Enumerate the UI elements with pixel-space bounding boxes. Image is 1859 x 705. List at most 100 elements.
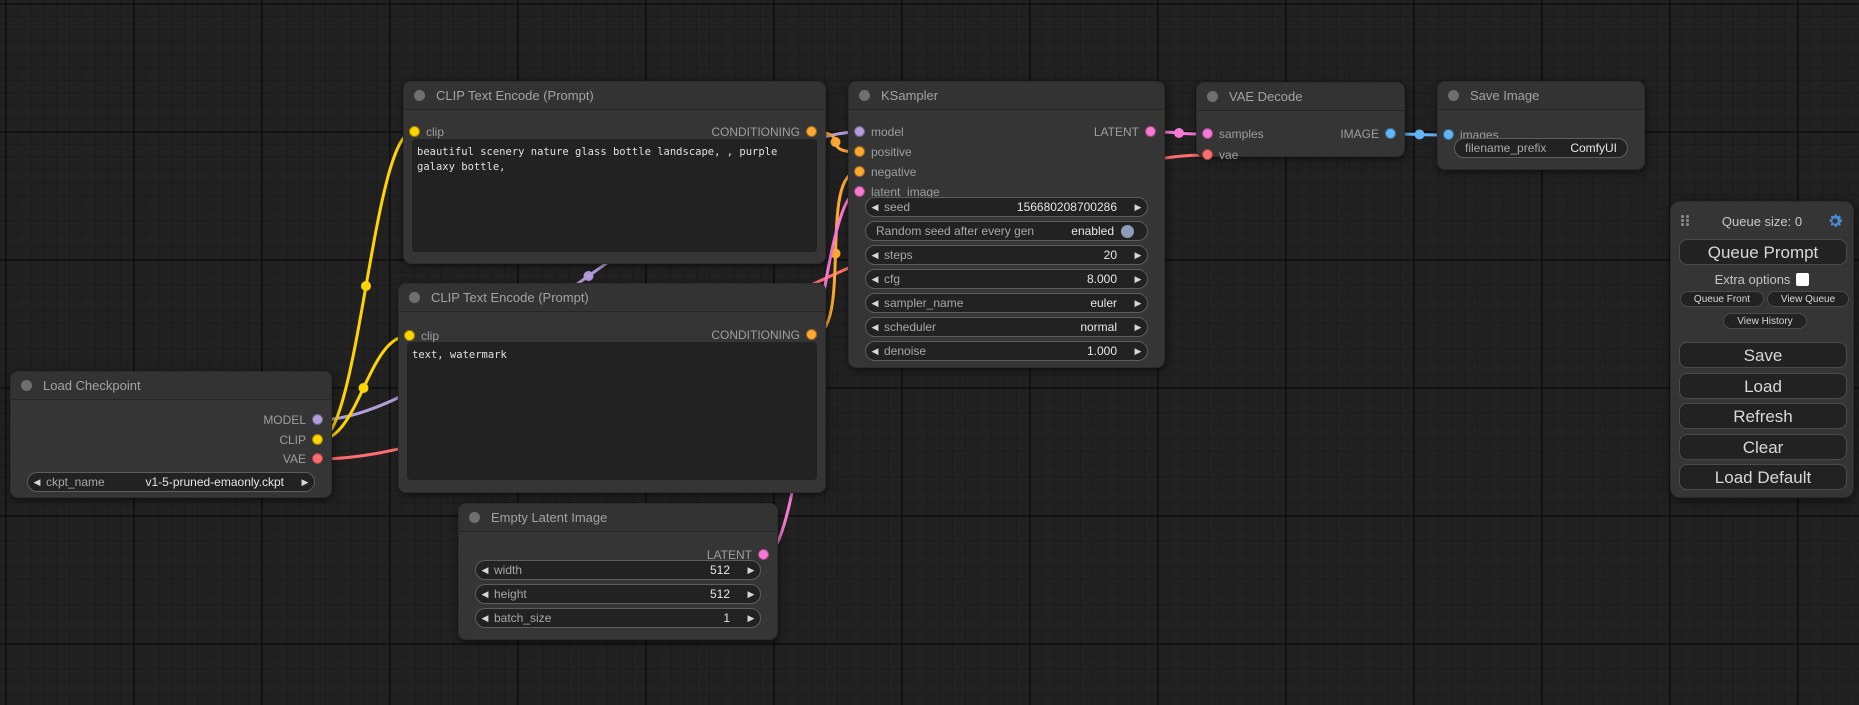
vae-port-dot-icon[interactable] — [1202, 149, 1213, 160]
input-port-positive[interactable]: positive — [854, 145, 1154, 159]
settings-gear-icon[interactable] — [1826, 212, 1844, 230]
node-title-bar[interactable]: Empty Latent Image — [459, 504, 777, 532]
prompt-textarea[interactable]: text, watermark — [407, 342, 817, 480]
view-history-button[interactable]: View History — [1723, 313, 1807, 329]
input-port-label: vae — [1219, 148, 1238, 162]
increment-arrow-icon[interactable]: ▶ — [742, 584, 760, 604]
increment-arrow-icon[interactable]: ▶ — [742, 560, 760, 580]
widget-width[interactable]: ◀width512▶ — [475, 560, 761, 580]
collapse-dot-icon[interactable] — [409, 292, 420, 303]
node-title-bar[interactable]: Save Image — [1438, 82, 1644, 110]
widget-batch_size[interactable]: ◀batch_size1▶ — [475, 608, 761, 628]
collapse-dot-icon[interactable] — [21, 380, 32, 391]
increment-arrow-icon[interactable]: ▶ — [1129, 245, 1147, 265]
output-port-MODEL[interactable]: MODEL — [21, 413, 323, 427]
latent-port-dot-icon[interactable] — [758, 549, 769, 560]
node-empty-latent-image[interactable]: Empty Latent ImageLATENT◀width512▶◀heigh… — [458, 503, 778, 640]
refresh-button[interactable]: Refresh — [1679, 403, 1847, 429]
collapse-dot-icon[interactable] — [859, 90, 870, 101]
widget-filename_prefix[interactable]: filename_prefixComfyUI — [1454, 138, 1628, 158]
widget-sampler_name[interactable]: ◀sampler_nameeuler▶ — [865, 293, 1148, 313]
output-port-VAE[interactable]: VAE — [21, 452, 323, 466]
output-port-IMAGE[interactable]: IMAGE — [1207, 127, 1396, 141]
node-clip-text-encode-positive[interactable]: CLIP Text Encode (Prompt)clipCONDITIONIN… — [403, 81, 826, 264]
decrement-arrow-icon[interactable]: ◀ — [866, 293, 884, 313]
collapse-dot-icon[interactable] — [1448, 90, 1459, 101]
widget-ckpt_name[interactable]: ◀ckpt_namev1-5-pruned-emaonly.ckpt▶ — [27, 472, 315, 492]
widget-random-seed-after-every-gen[interactable]: Random seed after every genenabled — [865, 221, 1148, 241]
widget-label: steps — [884, 248, 913, 262]
output-port-CONDITIONING[interactable]: CONDITIONING — [409, 328, 817, 342]
vae-port-dot-icon[interactable] — [312, 453, 323, 464]
increment-arrow-icon[interactable]: ▶ — [1129, 341, 1147, 361]
collapse-dot-icon[interactable] — [1207, 91, 1218, 102]
queue-prompt-button[interactable]: Queue Prompt — [1679, 239, 1847, 265]
node-save-image[interactable]: Save Imageimagesfilename_prefixComfyUI — [1437, 81, 1645, 170]
decrement-arrow-icon[interactable]: ◀ — [476, 560, 494, 580]
decrement-arrow-icon[interactable]: ◀ — [28, 472, 46, 492]
output-port-LATENT[interactable]: LATENT — [859, 125, 1156, 139]
decrement-arrow-icon[interactable]: ◀ — [866, 197, 884, 217]
decrement-arrow-icon[interactable]: ◀ — [866, 245, 884, 265]
latent-port-dot-icon[interactable] — [854, 186, 865, 197]
node-title-bar[interactable]: CLIP Text Encode (Prompt) — [404, 82, 825, 110]
collapse-dot-icon[interactable] — [469, 512, 480, 523]
widget-steps[interactable]: ◀steps20▶ — [865, 245, 1148, 265]
increment-arrow-icon[interactable]: ▶ — [296, 472, 314, 492]
widget-value: 8.000 — [1087, 272, 1117, 286]
decrement-arrow-icon[interactable]: ◀ — [866, 269, 884, 289]
load-default-button[interactable]: Load Default — [1679, 464, 1847, 490]
node-title-bar[interactable]: KSampler — [849, 82, 1164, 110]
link-model-midpoint-dot — [584, 271, 594, 281]
output-port-CONDITIONING[interactable]: CONDITIONING — [414, 125, 817, 139]
decrement-arrow-icon[interactable]: ◀ — [476, 584, 494, 604]
decrement-arrow-icon[interactable]: ◀ — [866, 341, 884, 361]
widget-denoise[interactable]: ◀denoise1.000▶ — [865, 341, 1148, 361]
decrement-arrow-icon[interactable]: ◀ — [866, 317, 884, 337]
queue-front-button[interactable]: Queue Front — [1680, 291, 1764, 307]
node-ksampler[interactable]: KSamplermodelpositivenegativelatent_imag… — [848, 81, 1165, 368]
model-port-dot-icon[interactable] — [312, 414, 323, 425]
collapse-dot-icon[interactable] — [414, 90, 425, 101]
clip-port-dot-icon[interactable] — [312, 434, 323, 445]
node-title-bar[interactable]: VAE Decode — [1197, 83, 1404, 111]
save-button[interactable]: Save — [1679, 342, 1847, 368]
increment-arrow-icon[interactable]: ▶ — [1129, 293, 1147, 313]
latent-port-dot-icon[interactable] — [1145, 126, 1156, 137]
node-load-checkpoint[interactable]: Load Checkpoint MODEL CLIP VAE ◀ckpt_namev1-… — [10, 371, 332, 498]
input-port-label: positive — [871, 145, 912, 159]
conditioning-port-dot-icon[interactable] — [854, 146, 865, 157]
widget-seed[interactable]: ◀seed156680208700286▶ — [865, 197, 1148, 217]
extra-options-checkbox[interactable] — [1796, 273, 1809, 286]
node-clip-text-encode-negative[interactable]: CLIP Text Encode (Prompt)clipCONDITIONIN… — [398, 283, 826, 493]
widget-scheduler[interactable]: ◀schedulernormal▶ — [865, 317, 1148, 337]
input-port-vae[interactable]: vae — [1202, 148, 1394, 162]
node-title-bar[interactable]: CLIP Text Encode (Prompt) — [399, 284, 825, 312]
widget-label: width — [494, 563, 522, 577]
conditioning-port-dot-icon[interactable] — [854, 166, 865, 177]
prompt-textarea[interactable]: beautiful scenery nature glass bottle la… — [412, 139, 817, 252]
load-button[interactable]: Load — [1679, 373, 1847, 399]
increment-arrow-icon[interactable]: ▶ — [1129, 269, 1147, 289]
clear-button[interactable]: Clear — [1679, 434, 1847, 460]
node-graph-canvas[interactable]: Load Checkpoint MODEL CLIP VAE ◀ckpt_namev1-… — [0, 0, 1859, 705]
increment-arrow-icon[interactable]: ▶ — [1129, 197, 1147, 217]
widget-cfg[interactable]: ◀cfg8.000▶ — [865, 269, 1148, 289]
conditioning-port-dot-icon[interactable] — [806, 126, 817, 137]
toggle-enabled-icon[interactable] — [1121, 225, 1134, 238]
image-port-dot-icon[interactable] — [1385, 128, 1396, 139]
extra-options-label: Extra options — [1715, 272, 1791, 287]
decrement-arrow-icon[interactable]: ◀ — [476, 608, 494, 628]
image-port-dot-icon[interactable] — [1443, 129, 1454, 140]
node-title-bar[interactable]: Load Checkpoint — [11, 372, 331, 400]
queue-panel: Queue size: 0 Queue Prompt Extra options… — [1670, 201, 1854, 498]
input-port-negative[interactable]: negative — [854, 165, 1154, 179]
widget-height[interactable]: ◀height512▶ — [475, 584, 761, 604]
increment-arrow-icon[interactable]: ▶ — [742, 608, 760, 628]
node-vae-decode[interactable]: VAE DecodesamplesvaeIMAGE — [1196, 82, 1405, 157]
widget-value: ComfyUI — [1570, 141, 1617, 155]
output-port-CLIP[interactable]: CLIP — [21, 433, 323, 447]
increment-arrow-icon[interactable]: ▶ — [1129, 317, 1147, 337]
view-queue-button[interactable]: View Queue — [1767, 291, 1849, 307]
conditioning-port-dot-icon[interactable] — [806, 329, 817, 340]
